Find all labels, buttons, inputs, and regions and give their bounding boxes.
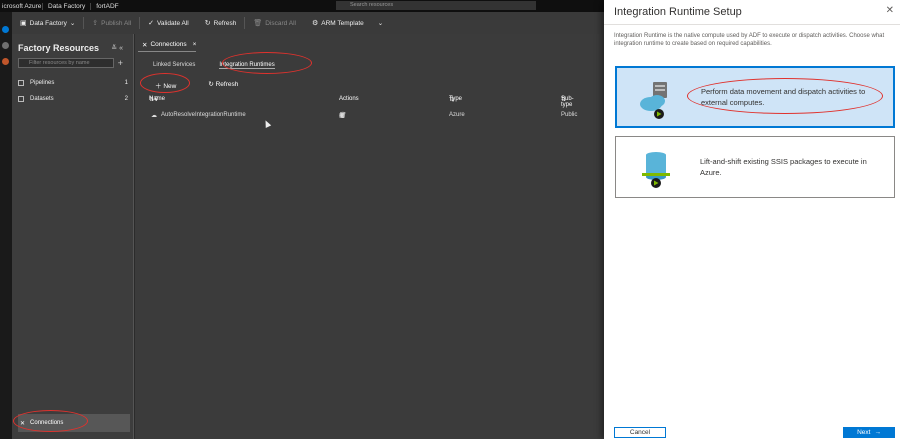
option-ssis-runtime-text: Lift-and-shift existing SSIS packages to… bbox=[700, 157, 867, 177]
runtime-name[interactable]: AutoResolveIntegrationRuntime bbox=[161, 112, 246, 118]
collapse-icon[interactable]: ≚ « bbox=[111, 44, 123, 52]
connections-main: ✕ Connections × Linked Services Integrat… bbox=[135, 34, 604, 439]
breadcrumb-data-factory[interactable]: Data Factory bbox=[42, 2, 90, 10]
connections-subtabs: Linked Services Integration Runtimes bbox=[153, 62, 299, 69]
validate-all-button[interactable]: ✓ Validate All bbox=[140, 12, 197, 34]
upload-icon: ⇪ bbox=[92, 20, 99, 27]
column-actions: Actions bbox=[339, 96, 359, 102]
cloud-server-icon bbox=[640, 82, 667, 119]
chevron-down-icon: ⌄ bbox=[377, 20, 384, 27]
search-input[interactable]: Search resources bbox=[336, 1, 536, 10]
refresh-connections-button[interactable]: ↻ Refresh bbox=[208, 80, 254, 90]
toolbar: ▣ Data Factory ⌄ ⇪ Publish All ✓ Validate Al… bbox=[12, 12, 604, 34]
runtime-icon: ☁ bbox=[151, 113, 157, 119]
factory-resources-panel: Factory Resources ≚ « Filter resources b… bbox=[12, 34, 134, 439]
table-header: Name ⇅ ⊽ Actions Type ⇅ Sub-type ⇅ bbox=[149, 96, 599, 108]
resource-item-pipelines[interactable]: Pipelines 1 bbox=[18, 76, 128, 90]
panel-title: Integration Runtime Setup bbox=[614, 6, 742, 18]
close-icon[interactable]: ✕ bbox=[886, 5, 894, 16]
filter-icon[interactable]: ⊽ bbox=[154, 96, 158, 103]
azure-brand[interactable]: icrosoft Azure bbox=[0, 3, 42, 10]
add-resource-button[interactable]: + bbox=[118, 58, 123, 68]
integration-runtime-setup-panel: Integration Runtime Setup ✕ Integration … bbox=[604, 0, 900, 439]
chevron-down-icon: ⌄ bbox=[69, 20, 76, 27]
resource-item-datasets[interactable]: Datasets 2 bbox=[18, 92, 128, 106]
cancel-button[interactable]: Cancel bbox=[614, 427, 666, 438]
column-subtype[interactable]: Sub-type ⇅ bbox=[561, 96, 574, 108]
toolbar-data-factory[interactable]: ▣ Data Factory ⌄ bbox=[12, 12, 83, 34]
arrow-right-icon: → bbox=[874, 429, 881, 436]
column-name[interactable]: Name ⇅ ⊽ bbox=[149, 96, 165, 103]
new-button[interactable]: ＋ New bbox=[155, 80, 192, 90]
dataset-icon bbox=[18, 96, 24, 102]
refresh-icon: ↻ bbox=[204, 20, 211, 27]
column-type[interactable]: Type ⇅ bbox=[449, 96, 462, 103]
option-ssis-runtime[interactable]: Lift-and-shift existing SSIS packages to… bbox=[615, 136, 895, 198]
manage-icon[interactable] bbox=[2, 58, 9, 65]
connections-icon: ✕ bbox=[20, 420, 26, 427]
tab-linked-services[interactable]: Linked Services bbox=[153, 62, 195, 69]
tab-integration-runtimes[interactable]: Integration Runtimes bbox=[219, 62, 275, 69]
discard-all-button[interactable]: 🗑 Discard All bbox=[245, 12, 304, 34]
refresh-button[interactable]: ↻ Refresh bbox=[197, 12, 245, 34]
left-rail bbox=[0, 12, 12, 439]
next-button[interactable]: Next → bbox=[843, 427, 895, 438]
publish-all-button[interactable]: ⇪ Publish All bbox=[84, 12, 139, 34]
factory-icon: ▣ bbox=[20, 20, 27, 27]
panel-description: Integration Runtime is the native comput… bbox=[614, 33, 885, 47]
monitor-icon[interactable] bbox=[2, 42, 9, 49]
connections-icon: ✕ bbox=[142, 41, 148, 49]
option-azure-runtime-text: Perform data movement and dispatch activ… bbox=[701, 87, 866, 107]
runtime-subtype: Public bbox=[561, 112, 578, 118]
table-row[interactable]: ☁ AutoResolveIntegrationRuntime ◉ 🗑 ▤ Az… bbox=[149, 112, 599, 124]
connections-actions: ＋ New ↻ Refresh bbox=[155, 80, 270, 90]
connections-link[interactable]: ✕ Connections bbox=[18, 414, 130, 432]
filter-resources-input[interactable]: Filter resources by name bbox=[18, 58, 114, 68]
code-icon[interactable]: ▤ bbox=[339, 112, 345, 119]
arm-icon: ⚙ bbox=[311, 20, 319, 27]
check-icon: ✓ bbox=[148, 20, 155, 27]
close-icon[interactable]: × bbox=[193, 41, 197, 48]
author-icon[interactable] bbox=[2, 26, 9, 33]
arm-template-button[interactable]: ⚙ ARM Template ⌄ bbox=[304, 12, 391, 34]
trash-icon: 🗑 bbox=[253, 20, 263, 27]
tab-connections[interactable]: ✕ Connections × bbox=[138, 38, 196, 52]
ssis-database-icon bbox=[642, 152, 670, 188]
option-azure-runtime[interactable]: Perform data movement and dispatch activ… bbox=[615, 66, 895, 128]
pipeline-icon bbox=[18, 80, 24, 86]
breadcrumb-factory-name[interactable]: fortADF bbox=[90, 2, 123, 10]
runtime-type: Azure bbox=[449, 112, 465, 118]
